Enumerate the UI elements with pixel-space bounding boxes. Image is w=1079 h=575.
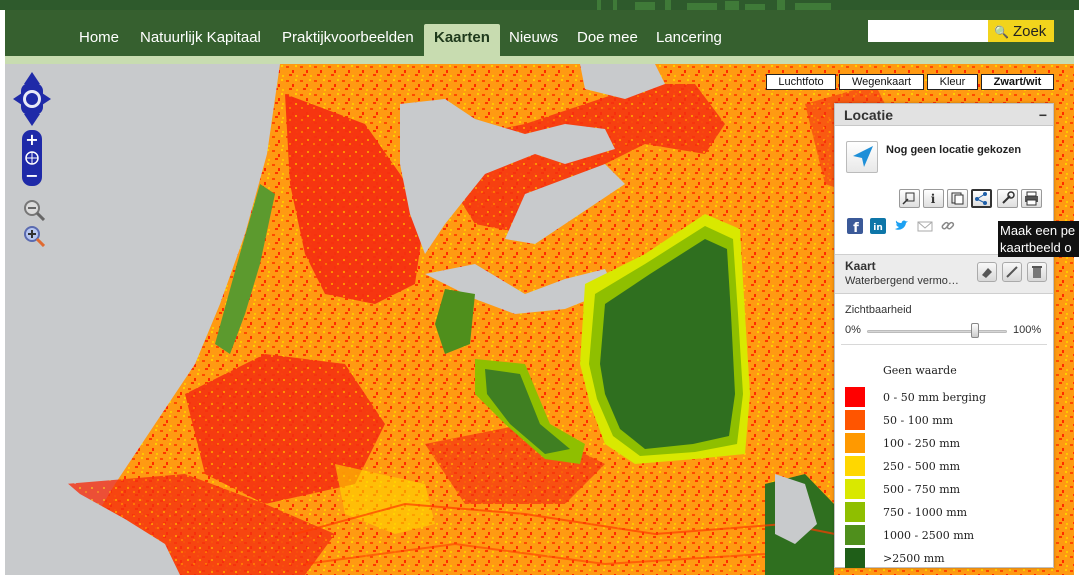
map-layer-name: Waterbergend vermo…: [845, 275, 959, 287]
zoom-control[interactable]: + −: [22, 130, 42, 186]
info-button[interactable]: i: [923, 189, 944, 208]
legend-swatch: [845, 387, 865, 407]
layers-icon: [951, 192, 964, 205]
legend-swatch: [845, 410, 865, 430]
zoom-to-button[interactable]: [899, 189, 920, 208]
link-icon[interactable]: [940, 218, 956, 234]
facebook-icon[interactable]: f: [847, 218, 863, 234]
search-icon: 🔍: [994, 24, 1009, 39]
edit-layer-button[interactable]: [1002, 262, 1022, 282]
eraser-icon: [982, 268, 992, 278]
map-layer-title: Kaart: [845, 259, 876, 273]
legend-label: 50 - 100 mm: [883, 414, 954, 427]
location-status: Nog geen locatie gekozen: [886, 144, 1022, 156]
legend-swatch: [845, 456, 865, 476]
visibility-label: Zichtbaarheid: [845, 304, 912, 316]
svg-text:i: i: [931, 192, 936, 206]
twitter-icon[interactable]: [893, 218, 909, 234]
eraser-button[interactable]: [977, 262, 997, 282]
nav-underline: [5, 56, 1074, 64]
info-icon: i: [931, 192, 936, 206]
mail-icon[interactable]: [917, 218, 933, 234]
print-icon: [1025, 191, 1038, 206]
location-panel-title: Locatie: [844, 107, 894, 123]
legend-label: >2500 mm: [883, 552, 945, 565]
maptype-wegenkaart-button[interactable]: Wegenkaart: [839, 74, 924, 90]
wrench-icon: [1002, 191, 1015, 204]
nav-item-nieuws[interactable]: Nieuws: [499, 24, 568, 56]
legend-swatch: [845, 548, 865, 568]
share-button[interactable]: [971, 189, 992, 208]
collapse-button[interactable]: −: [1039, 104, 1047, 126]
search-input[interactable]: [868, 20, 988, 42]
nav-item-home[interactable]: Home: [69, 24, 129, 56]
legend-label: 250 - 500 mm: [883, 460, 961, 473]
map-layer-block: Kaart Waterbergend vermo…: [835, 254, 1053, 294]
divider: [841, 344, 1047, 345]
visibility-min-label: 0%: [845, 324, 861, 336]
zoom-to-icon: [902, 192, 915, 205]
svg-text:+: +: [25, 130, 38, 149]
nav-item-lancering[interactable]: Lancering: [646, 24, 732, 56]
visibility-max-label: 100%: [1013, 324, 1042, 336]
settings-button[interactable]: [997, 189, 1018, 208]
zoom-in-tool-icon[interactable]: [23, 225, 45, 247]
legend-swatch: [845, 525, 865, 545]
visibility-slider[interactable]: [867, 330, 1007, 333]
legend-swatch: [845, 479, 865, 499]
banner-silhouette: [595, 0, 835, 10]
delete-layer-button[interactable]: [1027, 262, 1047, 282]
nav-item-doe-mee[interactable]: Doe mee: [567, 24, 648, 56]
zoom-out-tool-icon[interactable]: [23, 199, 45, 221]
nav-item-natuurlijk-kapitaal[interactable]: Natuurlijk Kapitaal: [130, 24, 271, 56]
location-panel-header: Locatie −: [835, 104, 1053, 126]
legend-none-label: Geen waarde: [883, 364, 957, 377]
maptype-luchtfoto-button[interactable]: Luchtfoto: [766, 74, 836, 90]
svg-text:f: f: [853, 221, 859, 234]
pan-arrows-icon[interactable]: [13, 72, 51, 126]
tooltip-line-1: Maak een pe: [1000, 223, 1076, 238]
linkedin-icon[interactable]: in: [870, 218, 886, 234]
print-button[interactable]: [1021, 189, 1042, 208]
maptype-kleur-button[interactable]: Kleur: [927, 74, 978, 90]
search-button[interactable]: 🔍 Zoek: [988, 20, 1054, 42]
locate-button[interactable]: [846, 141, 878, 173]
legend-label: 100 - 250 mm: [883, 437, 961, 450]
location-arrow-icon: [853, 146, 873, 167]
svg-text:in: in: [873, 223, 883, 233]
legend-label: 750 - 1000 mm: [883, 506, 968, 519]
side-panel: Locatie − Nog geen locatie gekozen i f i…: [834, 103, 1054, 568]
layers-button[interactable]: [947, 189, 968, 208]
share-tooltip: Maak een pe kaartbeeld o: [998, 221, 1079, 257]
legend-label: 0 - 50 mm berging: [883, 391, 987, 404]
maptype-zwartwit-button[interactable]: Zwart/wit: [981, 74, 1054, 90]
top-banner: [0, 0, 1079, 10]
legend-label: 500 - 750 mm: [883, 483, 961, 496]
nav-item-kaarten[interactable]: Kaarten: [424, 24, 500, 56]
legend-swatch: [845, 433, 865, 453]
visibility-slider-handle[interactable]: [970, 323, 979, 338]
share-icon: [975, 192, 987, 205]
trash-icon: [1032, 266, 1042, 278]
tooltip-line-2: kaartbeeld o: [1000, 240, 1072, 255]
legend-swatch: [845, 502, 865, 522]
legend-label: 1000 - 2500 mm: [883, 529, 975, 542]
edit-icon: [1006, 266, 1018, 278]
svg-text:−: −: [25, 166, 38, 185]
nav-item-praktijkvoorbeelden[interactable]: Praktijkvoorbeelden: [272, 24, 424, 56]
search-button-label: Zoek: [1012, 22, 1047, 40]
